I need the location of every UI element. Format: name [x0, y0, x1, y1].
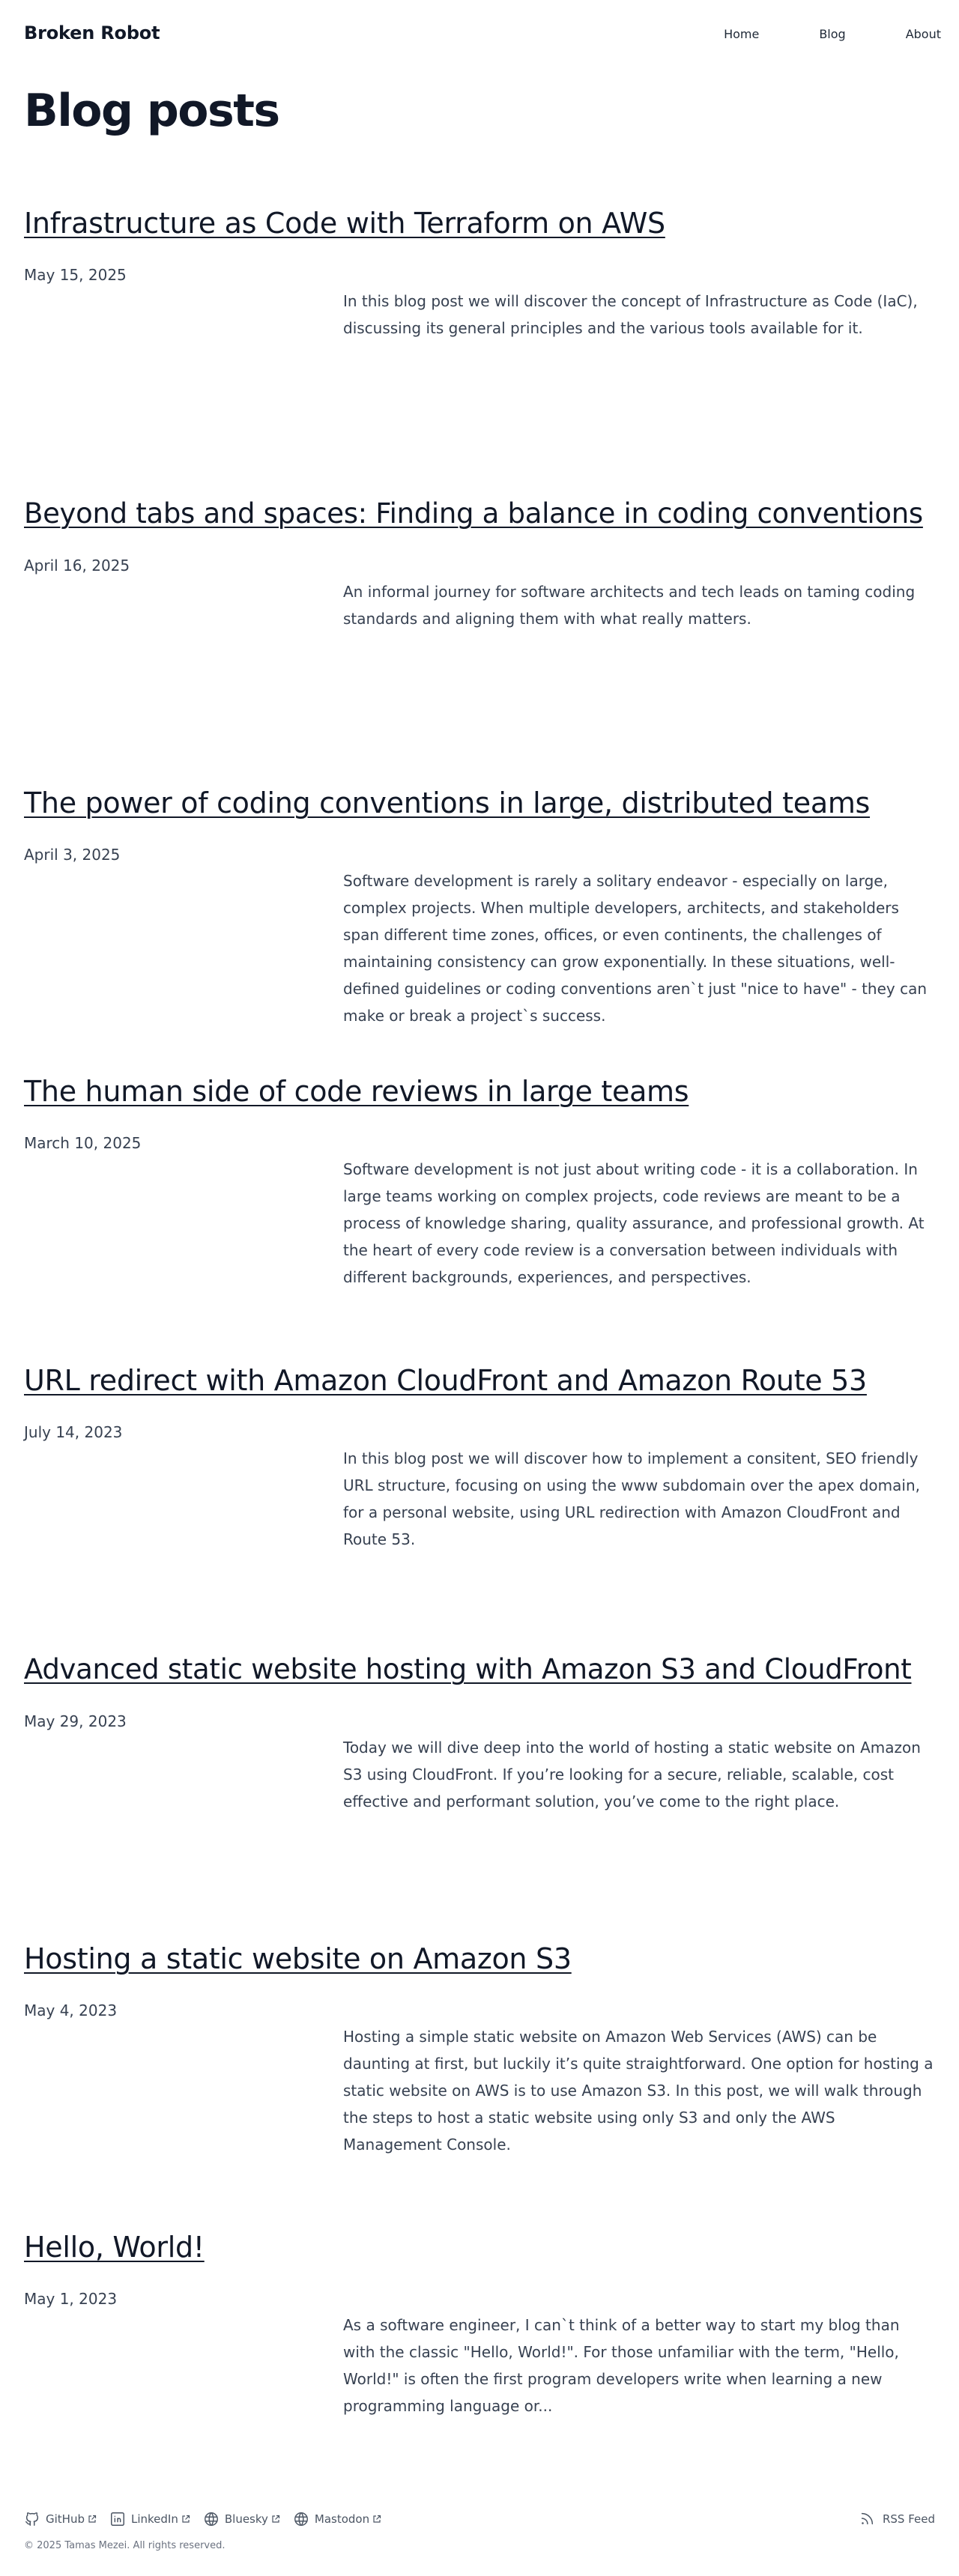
- post-excerpt: An informal journey for software archite…: [343, 583, 916, 628]
- site-brand-link[interactable]: Broken Robot: [24, 22, 160, 43]
- post-title-link[interactable]: The power of coding conventions in large…: [24, 784, 935, 822]
- post-item: Hosting a static website on Amazon S3 Ma…: [24, 1940, 935, 2154]
- github-link[interactable]: GitHub: [24, 2511, 97, 2527]
- github-label: GitHub: [46, 2512, 85, 2526]
- post-date: May 15, 2025: [24, 266, 127, 284]
- social-links: GitHub LinkedIn Bluesky Mastodon: [24, 2511, 394, 2527]
- external-link-icon: [272, 2515, 280, 2523]
- external-link-icon: [373, 2515, 381, 2523]
- post-item: Infrastructure as Code with Terraform on…: [24, 204, 935, 337]
- post-title-link[interactable]: Beyond tabs and spaces: Finding a balanc…: [24, 495, 935, 533]
- nav-blog-link[interactable]: Blog: [819, 27, 845, 42]
- post-title-link[interactable]: Hello, World!: [24, 2228, 935, 2266]
- post-excerpt: As a software engineer, I can`t think of…: [343, 2316, 900, 2415]
- rss-icon: [861, 2512, 874, 2525]
- post-item: The human side of code reviews in large …: [24, 1073, 935, 1286]
- post-date: May 4, 2023: [24, 2001, 118, 2019]
- post-date: May 29, 2023: [24, 1712, 127, 1730]
- linkedin-label: LinkedIn: [130, 2512, 178, 2526]
- post-date: May 1, 2023: [24, 2290, 118, 2308]
- post-title-link[interactable]: Infrastructure as Code with Terraform on…: [24, 204, 935, 242]
- main-nav: Home Blog About: [664, 27, 941, 42]
- bluesky-link[interactable]: Bluesky: [203, 2511, 280, 2527]
- post-excerpt: In this blog post we will discover how t…: [343, 1449, 920, 1548]
- post-date: April 16, 2025: [24, 557, 130, 575]
- post-title-link[interactable]: Advanced static website hosting with Ama…: [24, 1651, 935, 1688]
- post-date: July 14, 2023: [24, 1423, 123, 1441]
- rss-label: RSS Feed: [882, 2512, 935, 2526]
- external-link-icon: [88, 2515, 97, 2523]
- post-item: The power of coding conventions in large…: [24, 784, 935, 1025]
- mastodon-label: Mastodon: [314, 2512, 370, 2526]
- post-excerpt: Software development is rarely a solitar…: [343, 872, 928, 1025]
- post-excerpt: Hosting a simple static website on Amazo…: [343, 2028, 934, 2154]
- site-footer: GitHub LinkedIn Bluesky Mastodon RSS Fee…: [0, 2494, 959, 2576]
- mastodon-link[interactable]: Mastodon: [293, 2511, 381, 2527]
- post-title-link[interactable]: URL redirect with Amazon CloudFront and …: [24, 1362, 935, 1399]
- post-excerpt: Today we will dive deep into the world o…: [343, 1739, 921, 1810]
- external-link-icon: [182, 2515, 190, 2523]
- post-excerpt: Software development is not just about w…: [343, 1160, 925, 1286]
- post-date: March 10, 2025: [24, 1134, 142, 1152]
- post-title-link[interactable]: Hosting a static website on Amazon S3: [24, 1940, 935, 1978]
- bluesky-label: Bluesky: [224, 2512, 268, 2526]
- nav-home-link[interactable]: Home: [724, 27, 759, 42]
- post-item: Hello, World! May 1, 2023 As a software …: [24, 2228, 935, 2415]
- copyright-text: © 2025 Tamas Mezei. All rights reserved.: [24, 2540, 226, 2551]
- globe-icon: [204, 2512, 218, 2526]
- nav-about-link[interactable]: About: [906, 27, 941, 42]
- linkedin-link[interactable]: LinkedIn: [109, 2511, 190, 2527]
- post-item: Beyond tabs and spaces: Finding a balanc…: [24, 495, 935, 628]
- post-title-link[interactable]: The human side of code reviews in large …: [24, 1073, 935, 1110]
- rss-feed-link[interactable]: RSS Feed: [859, 2511, 935, 2527]
- github-icon: [25, 2512, 39, 2526]
- post-item: URL redirect with Amazon CloudFront and …: [24, 1362, 935, 1548]
- site-header: Broken Robot Home Blog About: [0, 0, 959, 72]
- globe-icon: [294, 2512, 308, 2526]
- linkedin-icon: [111, 2512, 124, 2526]
- post-excerpt: In this blog post we will discover the c…: [343, 292, 918, 337]
- post-item: Advanced static website hosting with Ama…: [24, 1651, 935, 1810]
- post-date: April 3, 2025: [24, 846, 121, 864]
- page-title: Blog posts: [24, 85, 280, 137]
